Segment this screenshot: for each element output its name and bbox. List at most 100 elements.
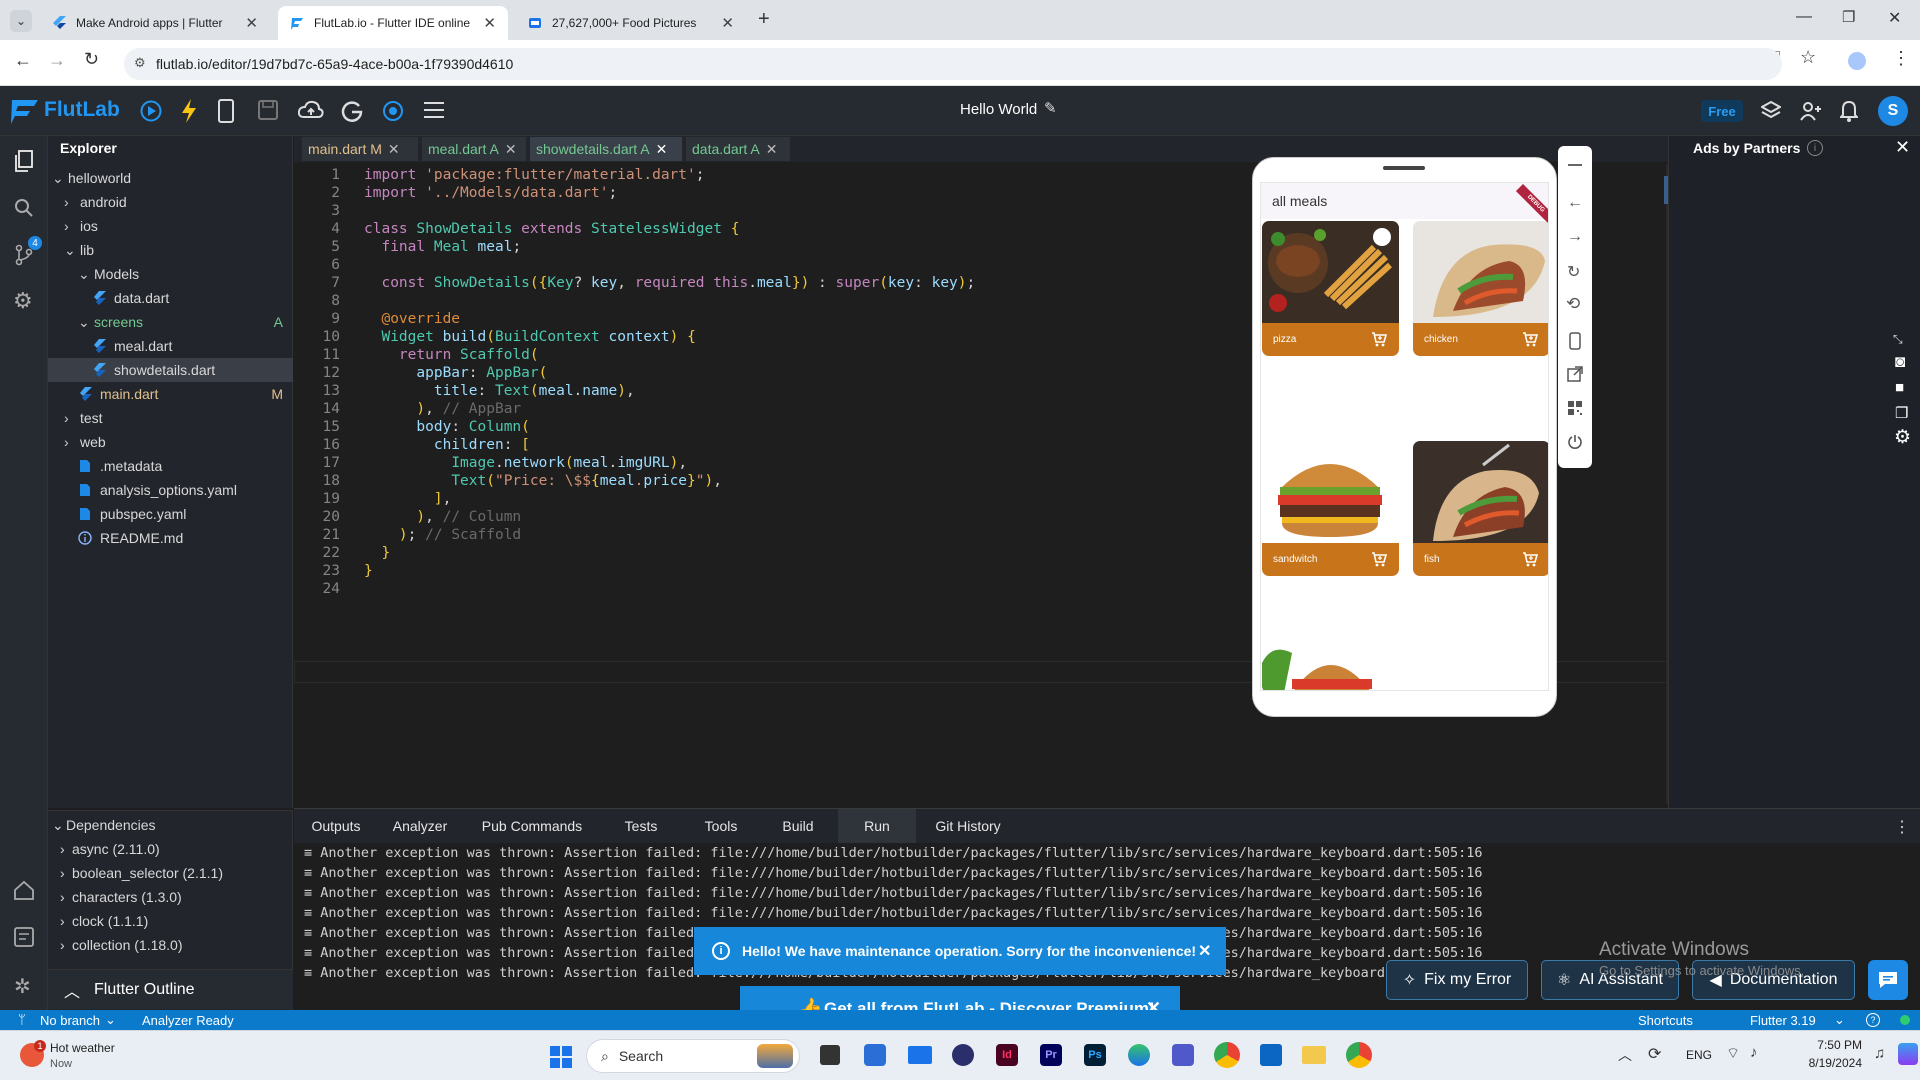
- open-external-icon[interactable]: [1567, 366, 1583, 382]
- emulator-restart-icon[interactable]: ↻: [1567, 262, 1580, 282]
- weather-title[interactable]: Hot weather: [50, 1041, 115, 1055]
- hamburger-menu-icon[interactable]: [424, 102, 444, 118]
- cloud-upload-icon[interactable]: [298, 100, 324, 120]
- explorer-file[interactable]: meal.dart: [48, 334, 293, 358]
- branch-selector[interactable]: No branch: [40, 1013, 100, 1028]
- explorer-folder[interactable]: ⌄ screens A: [48, 310, 293, 334]
- wifi-icon[interactable]: ⌔: [1726, 1044, 1740, 1063]
- layers-icon[interactable]: [1761, 101, 1781, 121]
- close-tab-icon[interactable]: ✕: [721, 14, 734, 32]
- edit-pencil-icon[interactable]: ✎: [1044, 99, 1057, 117]
- search-icon[interactable]: [14, 198, 34, 218]
- clock-date[interactable]: 8/19/2024: [1792, 1056, 1862, 1070]
- new-tab-icon[interactable]: +: [758, 8, 770, 31]
- editor-tab-data-dart[interactable]: data.dart A ✕: [686, 137, 790, 161]
- explorer-file[interactable]: showdetails.dart: [48, 358, 293, 382]
- meal-card[interactable]: [1262, 633, 1399, 690]
- dependencies-header[interactable]: ⌄ Dependencies: [48, 813, 293, 837]
- panel-tab-analyzer[interactable]: Analyzer: [374, 809, 466, 843]
- windows-start-icon[interactable]: [550, 1046, 572, 1068]
- docs-book-icon[interactable]: [13, 926, 35, 948]
- explorer-file[interactable]: data.dart: [48, 286, 293, 310]
- explorer-folder[interactable]: › web: [48, 430, 293, 454]
- close-toast-icon[interactable]: ✕: [1198, 941, 1211, 961]
- editor-tab-showdetails-dart[interactable]: showdetails.dart A ✕: [530, 137, 682, 161]
- site-info-icon[interactable]: ⚙: [134, 55, 146, 71]
- shortcuts-link[interactable]: Shortcuts: [1638, 1013, 1693, 1028]
- close-tab-icon[interactable]: ✕: [388, 141, 400, 158]
- ads-collapse-icon[interactable]: ⤡: [1893, 332, 1903, 347]
- explorer-file[interactable]: .metadata: [48, 454, 293, 478]
- panel-more-icon[interactable]: ⋮: [1894, 817, 1910, 837]
- dependency-item[interactable]: › boolean_selector (2.1.1): [48, 861, 293, 885]
- project-title[interactable]: Hello World: [960, 101, 1037, 118]
- fix-my-error-button[interactable]: ✧ Fix my Error: [1386, 960, 1528, 1000]
- notifications-bell-icon[interactable]: [1840, 100, 1858, 122]
- device-icon[interactable]: [218, 99, 234, 123]
- explorer-folder[interactable]: › test: [48, 406, 293, 430]
- close-tab-icon[interactable]: ✕: [505, 141, 517, 158]
- restore-window-icon[interactable]: ❐: [1842, 8, 1855, 26]
- minimize-window-icon[interactable]: —: [1796, 8, 1812, 26]
- profile-avatar-icon[interactable]: [1848, 52, 1866, 70]
- editor-tab-main-dart[interactable]: main.dart M ✕: [302, 137, 418, 161]
- premiere-icon[interactable]: Pr: [1040, 1044, 1062, 1066]
- files-explorer-icon[interactable]: [14, 150, 34, 172]
- url-text[interactable]: flutlab.io/editor/19d7bd7c-65a9-4ace-b00…: [156, 56, 513, 72]
- app-screen[interactable]: all meals DEBUG pizza chicken sandwitch …: [1260, 182, 1549, 691]
- meal-card[interactable]: fish: [1413, 441, 1548, 576]
- back-icon[interactable]: ←: [14, 50, 32, 71]
- video-camera-icon[interactable]: ■: [1895, 379, 1904, 396]
- vscode-icon[interactable]: [1260, 1044, 1282, 1066]
- browser-tab-flutlab[interactable]: FlutLab.io - Flutter IDE online ✕: [278, 6, 508, 40]
- run-play-icon[interactable]: [140, 100, 162, 122]
- url-bar[interactable]: ⚙ flutlab.io/editor/19d7bd7c-65a9-4ace-b…: [124, 48, 1782, 80]
- dependency-item[interactable]: › characters (1.3.0): [48, 885, 293, 909]
- hot-reload-bolt-icon[interactable]: [180, 99, 198, 123]
- close-tab-icon[interactable]: ✕: [656, 141, 668, 158]
- add-to-cart-icon[interactable]: [1371, 331, 1387, 347]
- device-settings-gear-icon[interactable]: ⚙: [1894, 426, 1911, 449]
- explorer-file[interactable]: README.md: [48, 526, 293, 550]
- meal-card[interactable]: chicken: [1413, 221, 1548, 356]
- explorer-file[interactable]: analysis_options.yaml: [48, 478, 293, 502]
- tab-search-icon[interactable]: ⌄: [10, 10, 32, 32]
- meal-card[interactable]: sandwitch: [1262, 441, 1399, 576]
- phone-frame-icon[interactable]: [1569, 332, 1581, 350]
- copilot-icon[interactable]: [1898, 1043, 1918, 1065]
- rotate-device-icon[interactable]: ⟲: [1566, 294, 1580, 314]
- notification-bell-icon[interactable]: ♫: [1874, 1045, 1885, 1062]
- taskbar-search[interactable]: ⌕ Search: [586, 1039, 800, 1073]
- dependency-item[interactable]: › clock (1.1.1): [48, 909, 293, 933]
- microsoft-store-icon[interactable]: [864, 1044, 886, 1066]
- save-icon[interactable]: [258, 100, 278, 120]
- indesign-icon[interactable]: Id: [996, 1044, 1018, 1066]
- panel-tab-build[interactable]: Build: [758, 809, 838, 843]
- panel-tab-tools[interactable]: Tools: [684, 809, 758, 843]
- browser-tab-flutter[interactable]: Make Android apps | Flutter ✕: [40, 6, 270, 40]
- browser-menu-icon[interactable]: ⋮: [1892, 48, 1910, 69]
- close-tab-icon[interactable]: ✕: [766, 141, 778, 158]
- browser-tab-food[interactable]: 27,627,000+ Food Pictures ✕: [516, 6, 746, 40]
- explorer-file[interactable]: main.dart M: [48, 382, 293, 406]
- explorer-folder[interactable]: › android: [48, 190, 293, 214]
- chrome-profile-icon[interactable]: [1346, 1042, 1372, 1068]
- close-ads-icon[interactable]: ✕: [1895, 137, 1910, 158]
- add-user-icon[interactable]: [1800, 101, 1822, 121]
- dependency-item[interactable]: › async (2.11.0): [48, 837, 293, 861]
- camera-icon[interactable]: ◙: [1895, 352, 1905, 372]
- dependency-item[interactable]: › collection (1.18.0): [48, 933, 293, 957]
- panel-tab-run[interactable]: Run: [838, 809, 916, 843]
- settings-gear-icon[interactable]: ⚙: [13, 288, 33, 314]
- explorer-folder[interactable]: ⌄ lib: [48, 238, 293, 262]
- panel-tab-git-history[interactable]: Git History: [916, 809, 1020, 843]
- flutter-outline-header[interactable]: ︿ Flutter Outline: [48, 969, 293, 1009]
- emulator-back-icon[interactable]: ←: [1567, 194, 1583, 212]
- clock-time[interactable]: 7:50 PM: [1792, 1038, 1862, 1052]
- info-icon[interactable]: i: [1807, 140, 1823, 156]
- photoshop-icon[interactable]: Ps: [1084, 1044, 1106, 1066]
- explorer-folder[interactable]: ⌄ helloworld: [48, 166, 293, 190]
- tray-chevron-up-icon[interactable]: ︿: [1618, 1045, 1632, 1065]
- chrome-icon[interactable]: [1214, 1042, 1240, 1068]
- home-icon[interactable]: [13, 880, 35, 900]
